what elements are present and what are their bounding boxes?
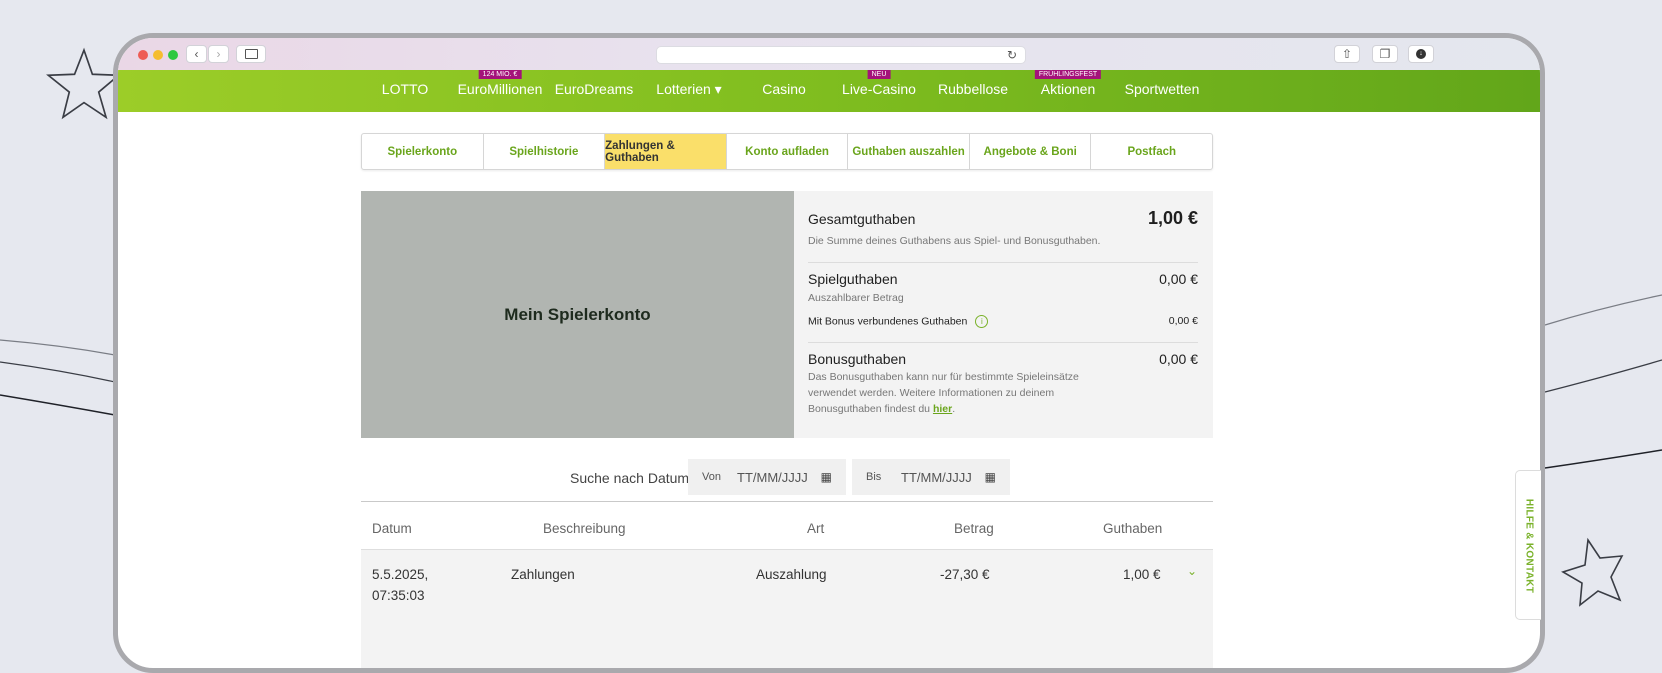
play-balance-title: Spielguthaben xyxy=(808,271,898,287)
star-icon xyxy=(46,47,121,120)
tabs-icon: ❐ xyxy=(1379,47,1391,61)
download-icon: ↓ xyxy=(1416,49,1426,59)
download-button[interactable]: ↓ xyxy=(1408,45,1434,63)
address-bar[interactable]: ↻ xyxy=(656,46,1026,64)
sidebar-toggle-button[interactable] xyxy=(236,45,266,63)
date-from-field[interactable]: Von TT/MM/JJJJ ▦ xyxy=(688,459,846,495)
back-button[interactable]: ‹ xyxy=(186,45,207,63)
play-balance-amount: 0,00 € xyxy=(1159,271,1198,287)
divider xyxy=(808,342,1198,343)
reload-icon[interactable]: ↻ xyxy=(1007,48,1017,62)
header-type: Art xyxy=(807,521,825,536)
chevron-left-icon: ‹ xyxy=(194,47,199,61)
date-to-field[interactable]: Bis TT/MM/JJJJ ▦ xyxy=(852,459,1010,495)
tab-konto-aufladen[interactable]: Konto aufladen xyxy=(727,134,849,169)
forward-button[interactable]: › xyxy=(208,45,229,63)
table-divider xyxy=(361,501,1213,502)
bonus-linked-label: Mit Bonus verbundenes Guthaben xyxy=(808,315,968,328)
bonus-desc-end: . xyxy=(952,403,956,415)
header-description: Beschreibung xyxy=(543,521,626,536)
tab-spielerkonto[interactable]: Spielerkonto xyxy=(362,134,484,169)
tab-angebote-boni[interactable]: Angebote & Boni xyxy=(970,134,1092,169)
maximize-window-button[interactable] xyxy=(168,50,178,60)
row-type: Auszahlung xyxy=(756,567,827,582)
row-time: 07:35:03 xyxy=(372,588,425,603)
browser-window: ‹ › ↻ ⇧ ❐ ↓ LOTTO 124 MIO. € EuroMillion… xyxy=(113,33,1545,673)
bonus-linked-title: Mit Bonus verbundenes Guthaben i xyxy=(808,315,989,328)
header-amount: Betrag xyxy=(954,521,994,536)
header-balance: Guthaben xyxy=(1103,521,1163,536)
total-balance-title: Gesamtguthaben xyxy=(808,211,916,227)
sidebar-icon xyxy=(244,49,258,59)
nav-item-aktionen[interactable]: Aktionen xyxy=(1041,70,1095,112)
calendar-icon[interactable]: ▦ xyxy=(985,470,996,484)
minimize-window-button[interactable] xyxy=(153,50,163,60)
main-navigation: LOTTO 124 MIO. € EuroMillionen EuroDream… xyxy=(118,70,1540,112)
bonus-desc-text: Bonusguthaben findest du xyxy=(808,403,933,415)
date-search-label: Suche nach Datum xyxy=(570,470,690,486)
bonus-balance-desc: Das Bonusguthaben kann nur für bestimmte… xyxy=(808,369,1079,417)
tab-postfach[interactable]: Postfach xyxy=(1091,134,1212,169)
bonus-desc-line: Bonusguthaben findest du hier. xyxy=(808,401,1079,417)
star-icon xyxy=(1561,537,1624,607)
row-date: 5.5.2025, xyxy=(372,567,429,582)
tab-zahlungen-guthaben[interactable]: Zahlungen & Guthaben xyxy=(605,134,727,169)
nav-item-rubbellose[interactable]: Rubbellose xyxy=(938,70,1008,112)
bonus-info-link[interactable]: hier xyxy=(933,403,952,415)
nav-item-sportwetten[interactable]: Sportwetten xyxy=(1125,70,1200,112)
bonus-desc-line: Das Bonusguthaben kann nur für bestimmte… xyxy=(808,371,1079,383)
chevron-down-icon[interactable]: ⌄ xyxy=(1187,564,1197,578)
nav-item-casino[interactable]: Casino xyxy=(762,70,806,112)
calendar-icon[interactable]: ▦ xyxy=(821,470,832,484)
date-from-label: Von xyxy=(702,471,721,483)
nav-item-live-casino[interactable]: Live-Casino xyxy=(842,70,916,112)
bonus-balance-amount: 0,00 € xyxy=(1159,351,1198,367)
nav-item-euromillionen[interactable]: EuroMillionen xyxy=(458,70,543,112)
date-to-placeholder: TT/MM/JJJJ xyxy=(901,469,972,485)
hero-title: Mein Spielerkonto xyxy=(504,304,651,324)
bonus-desc-line: verwendet werden. Weitere Informationen … xyxy=(808,387,1055,399)
row-amount: -27,30 € xyxy=(940,567,990,582)
tabs-button[interactable]: ❐ xyxy=(1372,45,1398,63)
row-description: Zahlungen xyxy=(511,567,575,582)
bonus-linked-amount: 0,00 € xyxy=(1168,315,1198,327)
play-balance-desc: Auszahlbarer Betrag xyxy=(808,292,904,304)
help-contact-label: HILFE & KONTAKT xyxy=(1523,498,1535,594)
divider xyxy=(808,262,1198,263)
nav-item-lotto[interactable]: LOTTO xyxy=(382,70,428,112)
bonus-balance-title: Bonusguthaben xyxy=(808,351,907,367)
total-balance-amount: 1,00 € xyxy=(1147,208,1198,228)
close-window-button[interactable] xyxy=(138,50,148,60)
browser-toolbar: ‹ › ↻ ⇧ ❐ ↓ xyxy=(118,38,1540,70)
tab-guthaben-auszahlen[interactable]: Guthaben auszahlen xyxy=(848,134,970,169)
share-button[interactable]: ⇧ xyxy=(1334,45,1360,63)
hero-banner: Mein Spielerkonto xyxy=(361,191,794,438)
total-balance-desc: Die Summe deines Guthabens aus Spiel- un… xyxy=(808,235,1101,247)
account-tabs: Spielerkonto Spielhistorie Zahlungen & G… xyxy=(361,133,1213,170)
tab-spielhistorie[interactable]: Spielhistorie xyxy=(484,134,606,169)
nav-item-eurodreams[interactable]: EuroDreams xyxy=(555,70,634,112)
share-icon: ⇧ xyxy=(1341,47,1353,61)
date-to-label: Bis xyxy=(866,471,882,483)
balance-panel: Gesamtguthaben 1,00 € Die Summe deines G… xyxy=(794,191,1213,438)
nav-item-lotterien[interactable]: Lotterien ▾ xyxy=(656,70,721,112)
chevron-right-icon: › xyxy=(216,47,221,61)
date-from-placeholder: TT/MM/JJJJ xyxy=(737,469,808,485)
row-balance: 1,00 € xyxy=(1123,567,1161,582)
info-icon[interactable]: i xyxy=(975,315,989,328)
header-date: Datum xyxy=(372,521,412,536)
help-contact-tab[interactable]: HILFE & KONTAKT xyxy=(1515,470,1541,620)
